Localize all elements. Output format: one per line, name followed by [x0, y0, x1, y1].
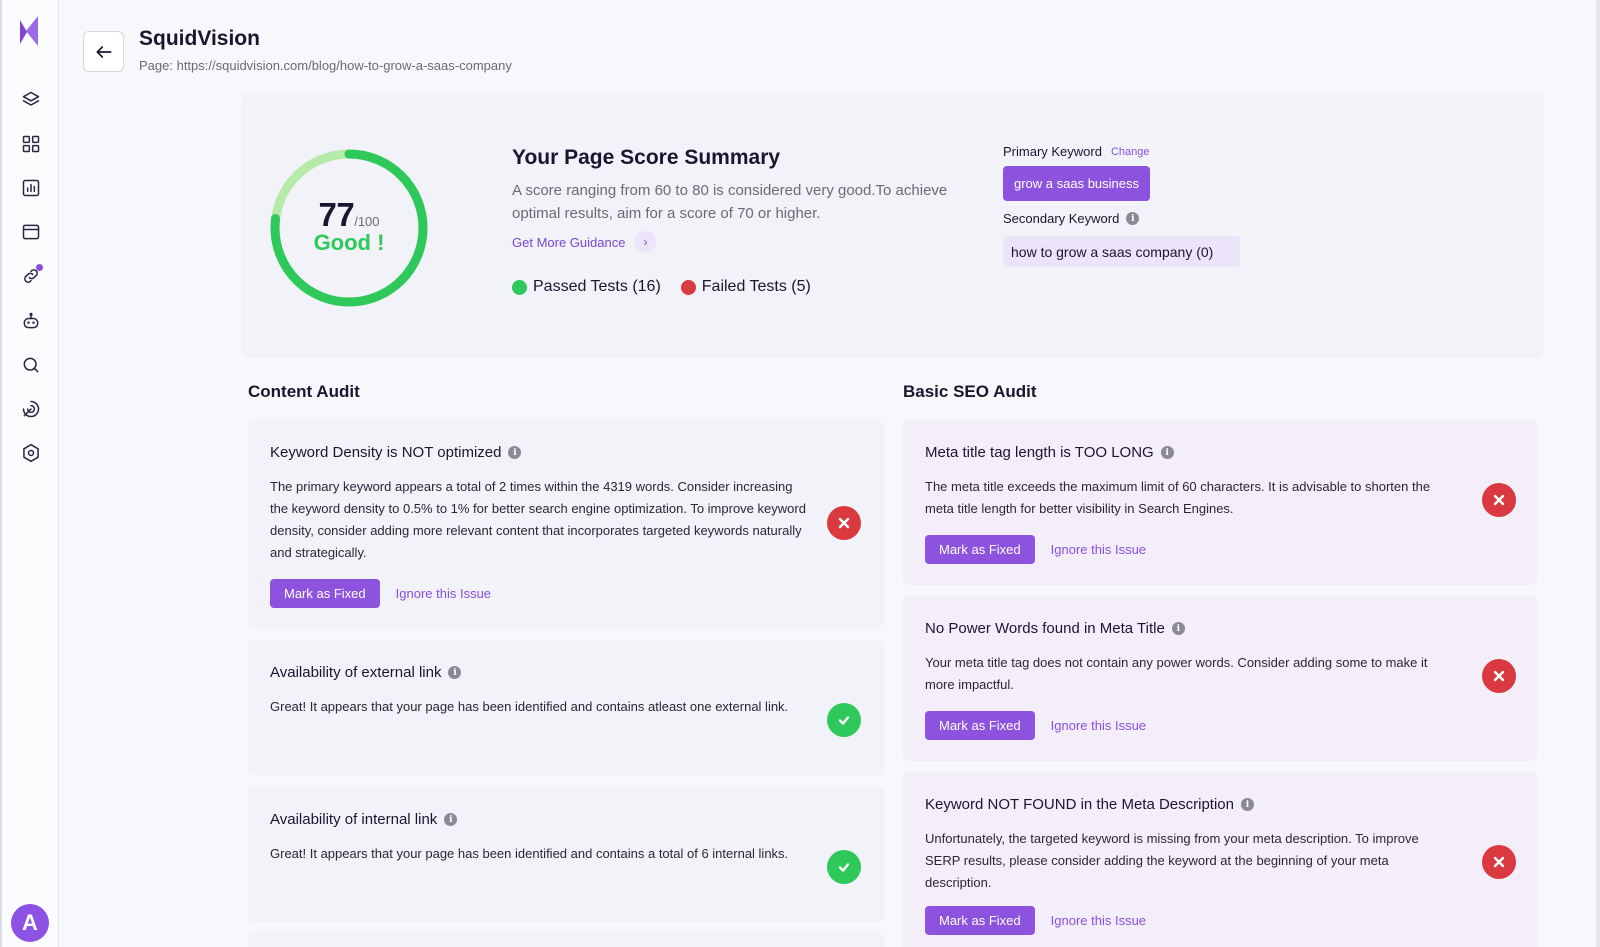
audit-card-external-link: Availability of external link i Great! I…	[248, 640, 884, 775]
audit-card-description: Great! It appears that your page has bee…	[270, 846, 789, 861]
audit-card-internal-link: Availability of internal link i Great! I…	[248, 787, 884, 922]
secondary-keyword-chip[interactable]: how to grow a saas company (0)	[1003, 236, 1240, 267]
sidebar: A	[0, 0, 59, 947]
failed-dot-icon	[680, 279, 696, 295]
app-logo-icon[interactable]	[18, 14, 40, 48]
mark-as-fixed-button[interactable]: Mark as Fixed	[270, 579, 380, 608]
primary-keyword-text: Primary Keyword	[1003, 144, 1102, 159]
get-more-guidance-link[interactable]: Get More Guidance ›	[512, 231, 657, 253]
info-icon[interactable]: i	[1241, 798, 1254, 811]
audit-card-description: Great! It appears that your page has bee…	[270, 699, 789, 714]
page-url: Page: https://squidvision.com/blog/how-t…	[139, 58, 512, 73]
audit-card-title: Availability of external link i	[270, 664, 462, 681]
robot-icon[interactable]	[19, 309, 43, 333]
audit-card-description: Your meta title tag does not contain any…	[925, 655, 1428, 692]
bar-chart-icon[interactable]	[19, 176, 43, 200]
score-max: /100	[354, 214, 380, 229]
audit-card-title-text: Availability of internal link	[270, 811, 438, 828]
sidebar-edge	[0, 0, 2, 947]
audit-card-title-text: Availability of external link	[270, 664, 442, 681]
fail-status-icon	[1482, 483, 1516, 517]
audit-card-partial	[248, 932, 884, 947]
mark-as-fixed-button[interactable]: Mark as Fixed	[925, 906, 1035, 935]
passed-dot-icon	[512, 279, 527, 295]
audit-card-actions: Mark as Fixed Ignore this Issue	[925, 535, 1146, 564]
radar-icon[interactable]	[19, 397, 43, 421]
page-title: SquidVision	[139, 27, 260, 50]
secondary-keyword-text: Secondary Keyword	[1003, 211, 1120, 226]
test-legend: Passed Tests (16) Failed Tests (5)	[512, 278, 831, 296]
audit-card-actions: Mark as Fixed Ignore this Issue	[270, 579, 491, 608]
ignore-issue-link[interactable]: Ignore this Issue	[1051, 718, 1146, 733]
failed-tests-label: Failed Tests (5)	[701, 278, 811, 295]
change-keyword-link[interactable]: Change	[1111, 146, 1150, 158]
browser-icon[interactable]	[19, 220, 43, 244]
score-value: 77	[318, 196, 355, 233]
audit-card-title: Keyword Density is NOT optimized i	[270, 444, 522, 461]
info-icon[interactable]: i	[444, 813, 458, 826]
grid-icon[interactable]	[19, 132, 43, 156]
score-gauge: 77/100 Good !	[267, 146, 431, 310]
audit-card-title: Keyword NOT FOUND in the Meta Descriptio…	[925, 796, 1254, 813]
audit-card-title-text: Keyword NOT FOUND in the Meta Descriptio…	[925, 796, 1234, 813]
info-icon[interactable]: i	[508, 446, 522, 459]
window-edge	[1596, 0, 1600, 947]
audit-card-title: Meta title tag length is TOO LONG i	[925, 444, 1174, 461]
fail-status-icon	[1482, 659, 1516, 693]
info-icon[interactable]: i	[1171, 622, 1185, 635]
summary-title: Your Page Score Summary	[512, 146, 781, 169]
summary-description: A score ranging from 60 to 80 is conside…	[512, 182, 948, 222]
passed-tests[interactable]: Passed Tests (16)	[512, 278, 661, 296]
chevron-right-icon: ›	[634, 231, 657, 253]
score-summary-card: 77/100 Good ! Your Page Score Summary A …	[241, 93, 1544, 358]
seo-audit-title: Basic SEO Audit	[903, 382, 1037, 401]
score-readout: 77/100 Good !	[267, 196, 431, 256]
notification-dot	[36, 264, 43, 271]
link-icon[interactable]	[19, 264, 43, 288]
audit-card-description: The primary keyword appears a total of 2…	[270, 479, 806, 560]
audit-card-actions: Mark as Fixed Ignore this Issue	[925, 711, 1146, 740]
ignore-issue-link[interactable]: Ignore this Issue	[396, 586, 491, 601]
pass-status-icon	[827, 703, 861, 737]
audit-card-title: Availability of internal link i	[270, 811, 458, 828]
audit-card-title-text: No Power Words found in Meta Title	[925, 620, 1165, 637]
fail-status-icon	[827, 506, 861, 540]
info-icon[interactable]: i	[1160, 446, 1174, 459]
content-audit-title: Content Audit	[248, 382, 360, 401]
pass-status-icon	[827, 850, 861, 884]
audit-card-keyword-density: Keyword Density is NOT optimized i The p…	[248, 420, 884, 628]
primary-keyword-chip[interactable]: grow a saas business	[1003, 166, 1151, 201]
audit-card-description: Unfortunately, the targeted keyword is m…	[925, 831, 1419, 890]
audit-card-description: The meta title exceeds the maximum limit…	[925, 479, 1431, 516]
guidance-label: Get More Guidance	[512, 234, 626, 250]
failed-tests[interactable]: Failed Tests (5)	[680, 278, 811, 296]
fail-status-icon	[1482, 845, 1516, 879]
primary-keyword-label: Primary Keyword Change	[1003, 144, 1150, 159]
mark-as-fixed-button[interactable]: Mark as Fixed	[925, 535, 1035, 564]
score-grade: Good !	[313, 230, 385, 255]
ignore-issue-link[interactable]: Ignore this Issue	[1051, 542, 1146, 557]
layers-icon[interactable]	[19, 88, 43, 112]
audit-card-title-text: Meta title tag length is TOO LONG	[925, 444, 1154, 461]
secondary-keyword-label: Secondary Keyword i	[1003, 211, 1140, 226]
arrow-left-icon	[96, 45, 111, 58]
info-icon[interactable]: i	[1126, 212, 1140, 225]
search-icon[interactable]	[19, 353, 43, 377]
info-icon[interactable]: i	[448, 666, 462, 679]
audit-card-title-text: Keyword Density is NOT optimized	[270, 444, 502, 461]
back-button[interactable]	[83, 31, 124, 72]
mark-as-fixed-button[interactable]: Mark as Fixed	[925, 711, 1035, 740]
ignore-issue-link[interactable]: Ignore this Issue	[1051, 913, 1146, 928]
settings-hex-icon[interactable]	[19, 441, 43, 465]
avatar[interactable]: A	[11, 904, 49, 942]
audit-card-meta-title-length: Meta title tag length is TOO LONG i The …	[903, 420, 1537, 585]
audit-card-meta-description-keyword: Keyword NOT FOUND in the Meta Descriptio…	[903, 772, 1537, 947]
audit-card-title: No Power Words found in Meta Title i	[925, 620, 1185, 637]
audit-card-power-words: No Power Words found in Meta Title i You…	[903, 596, 1537, 761]
passed-tests-label: Passed Tests (16)	[533, 278, 661, 295]
audit-card-actions: Mark as Fixed Ignore this Issue	[925, 906, 1146, 935]
